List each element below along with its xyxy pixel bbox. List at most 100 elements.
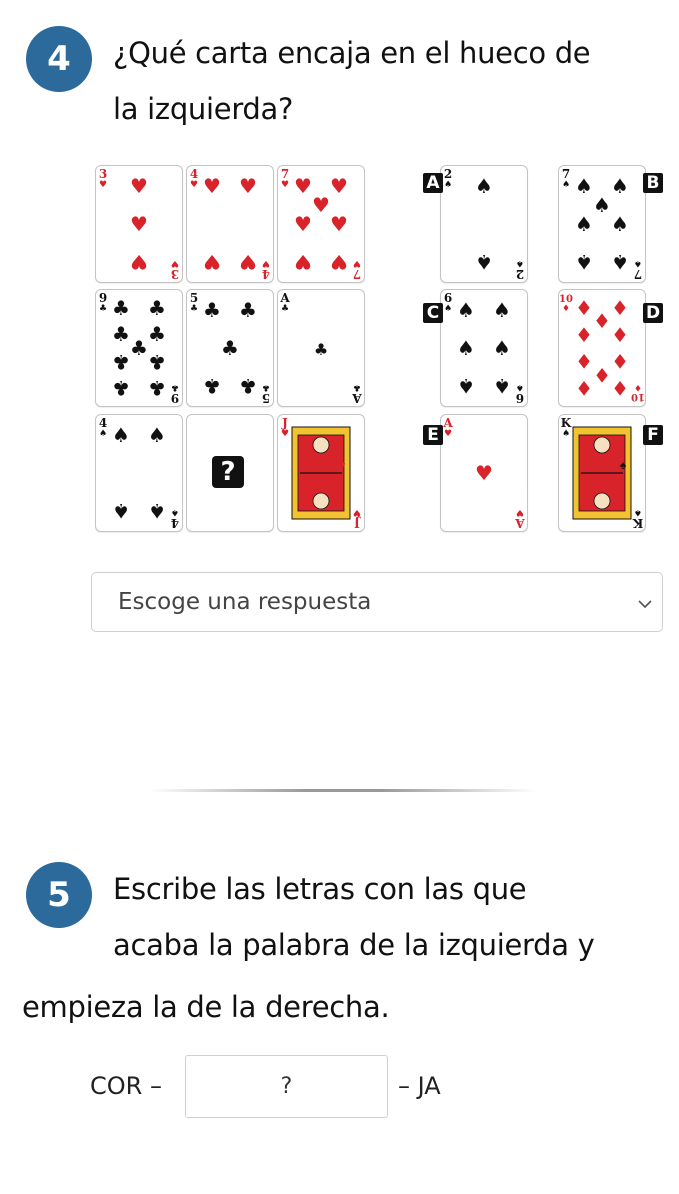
grid-card-2-rank-label: 4 <box>190 167 198 181</box>
option-card-c-face: 6♠6♠♠ ♠♠ ♠♠ ♠ <box>444 291 524 405</box>
grid-card-7-spades-pip-icon: ♠ <box>112 499 130 523</box>
grid-card-5: 5 ♣ 5 ♣ ♣ ♣ ♣ ♣ ♣ <box>186 289 274 407</box>
question-number: 4 <box>47 39 71 79</box>
grid-card-2: 4 ♥ 4 ♥ ♥ ♥ ♥ ♥ <box>186 165 274 283</box>
option-card-d-diamonds-pip-icon: ♦ <box>593 309 611 333</box>
grid-card-9: J ♥ J ♥ ♥ <box>277 414 365 532</box>
option-card-c-spades-icon: ♠ <box>516 382 524 392</box>
option-card-d-diamonds-pip-icon: ♦ <box>575 376 593 400</box>
grid-card-4-clubs-icon: ♣ <box>99 304 107 314</box>
grid-card-1-hearts-pip-icon: ♥ <box>130 250 148 274</box>
option-label-a: A <box>423 173 443 193</box>
option-card-b-rank-label: 7 <box>634 267 642 281</box>
grid-card-3-hearts-pip-icon: ♥ <box>312 193 330 217</box>
grid-card-2-corner-index: 4♥ <box>190 167 198 190</box>
option-card-b-spades-pip-icon: ♠ <box>611 212 629 236</box>
grid-card-4-clubs-pip-icon: ♣ <box>148 350 166 374</box>
option-card-c-spades-pip-icon: ♠ <box>457 336 475 360</box>
grid-card-1: 3 ♥ 3 ♥ ♥ ♥ ♥ <box>95 165 183 283</box>
option-card-d[interactable]: 10 ♦ 10 ♦ ♦ ♦ ♦ ♦ ♦ ♦ ♦ ♦ ♦ ♦ <box>558 289 646 407</box>
option-card-d-diamonds-pip-icon: ♦ <box>575 323 593 347</box>
grid-card-3-hearts-icon: ♥ <box>281 180 289 190</box>
option-label-b: B <box>643 173 663 193</box>
option-card-c-spades-pip-icon: ♠ <box>493 336 511 360</box>
grid-card-9-hearts-icon: ♥ <box>281 429 289 439</box>
grid-card-4-clubs-pip-icon: ♣ <box>148 376 166 400</box>
grid-card-1-rank-label: 3 <box>99 167 107 181</box>
grid-card-4-clubs-pip-icon: ♣ <box>130 336 148 360</box>
option-card-a-rank-label: 2 <box>516 267 524 281</box>
option-card-b-spades-icon: ♠ <box>562 180 570 190</box>
answer-select[interactable]: Escoge una respuesta <box>91 572 663 632</box>
grid-card-1-face: 3♥3♥♥♥♥ <box>99 167 179 281</box>
grid-card-3-corner-index: 7♥ <box>353 258 361 281</box>
grid-card-5-corner-index: 5♣ <box>190 291 198 314</box>
grid-card-9-rank-label: J <box>354 516 361 530</box>
option-card-b-spades-pip-icon: ♠ <box>575 212 593 236</box>
grid-card-1-corner-index: 3♥ <box>99 167 107 190</box>
grid-card-2-face: 4♥4♥♥ ♥♥ ♥ <box>190 167 270 281</box>
grid-card-7-spades-icon: ♠ <box>171 507 179 517</box>
option-card-b-corner-index: 7♠ <box>562 167 570 190</box>
option-card-f-face: K♠K♠♠ <box>561 416 643 530</box>
grid-card-9-face: J♥J♥♥ <box>281 416 361 530</box>
grid-card-1-hearts-pip-icon: ♥ <box>130 212 148 236</box>
grid-card-missing: ? <box>186 414 274 532</box>
grid-card-5-clubs-pip-icon: ♣ <box>203 374 221 398</box>
grid-card-2-hearts-pip-icon: ♥ <box>203 250 221 274</box>
grid-card-1-hearts-icon: ♥ <box>171 258 179 268</box>
grid-card-3-hearts-pip-icon: ♥ <box>330 174 348 198</box>
grid-card-3-hearts-pip-icon: ♥ <box>294 250 312 274</box>
grid-card-6-clubs-pip-icon: ♣ <box>314 340 328 359</box>
grid-card-2-hearts-pip-icon: ♥ <box>239 250 257 274</box>
question-line-2: la izquierda? <box>113 92 294 126</box>
option-card-d-diamonds-icon: ♦ <box>562 304 570 314</box>
option-card-a-face: 2♠2♠♠♠ <box>444 167 524 281</box>
chevron-down-icon <box>636 593 654 619</box>
option-card-c-corner-index: 6♠ <box>516 382 524 405</box>
option-card-a[interactable]: 2 ♠ 2 ♠ ♠ ♠ <box>440 165 528 283</box>
grid-card-5-clubs-icon: ♣ <box>262 382 270 392</box>
option-card-f-spades-icon: ♠ <box>620 458 627 472</box>
option-card-a-rank-label: 2 <box>444 167 452 181</box>
option-card-b[interactable]: 7 ♠ 7 ♠ ♠ ♠ ♠ ♠ ♠ ♠ ♠ <box>558 165 646 283</box>
grid-card-9-corner-index: J♥ <box>281 416 289 439</box>
grid-card-7: 4 ♠ 4 ♠ ♠ ♠ ♠ ♠ <box>95 414 183 532</box>
grid-card-2-rank-label: 4 <box>262 267 270 281</box>
option-card-a-spades-icon: ♠ <box>516 258 524 268</box>
question-5-line-2: acaba la palabra de la izquierda y <box>113 928 595 962</box>
option-card-f-spades-icon: ♠ <box>562 429 570 439</box>
option-card-e[interactable]: A ♥ A ♥ ♥ <box>440 414 528 532</box>
grid-card-2-corner-index: 4♥ <box>262 258 270 281</box>
grid-card-9-hearts-icon: ♥ <box>353 507 361 517</box>
option-card-b-rank-label: 7 <box>562 167 570 181</box>
option-card-f[interactable]: K ♠ K ♠ ♠ <box>558 414 646 532</box>
grid-card-6-face: A♣A♣♣ <box>279 291 363 405</box>
grid-card-6-rank-label: A <box>352 391 363 405</box>
grid-card-7-corner-index: 4♠ <box>171 507 179 530</box>
letters-input[interactable]: ? <box>185 1055 388 1118</box>
option-card-f-head-mirror <box>593 492 611 510</box>
question-line-1: ¿Qué carta encaja en el hueco de <box>113 36 591 70</box>
option-label-d: D <box>643 303 663 323</box>
grid-card-5-rank-label: 5 <box>262 391 270 405</box>
grid-card-7-spades-pip-icon: ♠ <box>112 423 130 447</box>
option-card-d-diamonds-pip-icon: ♦ <box>611 376 629 400</box>
grid-card-7-rank-label: 4 <box>171 516 179 530</box>
grid-card-4-clubs-pip-icon: ♣ <box>112 350 130 374</box>
option-card-a-corner-index: 2♠ <box>516 258 524 281</box>
grid-card-5-clubs-icon: ♣ <box>190 304 198 314</box>
question-number-badge-5: 5 <box>26 862 92 928</box>
option-card-b-spades-pip-icon: ♠ <box>575 174 593 198</box>
option-card-b-spades-pip-icon: ♠ <box>593 193 611 217</box>
grid-card-5-clubs-pip-icon: ♣ <box>221 336 239 360</box>
grid-card-4-clubs-pip-icon: ♣ <box>112 322 130 346</box>
grid-card-3-hearts-pip-icon: ♥ <box>330 212 348 236</box>
option-card-c-spades-pip-icon: ♠ <box>493 374 511 398</box>
option-card-c-spades-pip-icon: ♠ <box>457 298 475 322</box>
option-card-d-diamonds-pip-icon: ♦ <box>593 363 611 387</box>
grid-card-6-corner-index: A♣ <box>352 382 363 405</box>
left-word: COR – <box>90 1072 162 1100</box>
grid-card-7-spades-pip-icon: ♠ <box>148 499 166 523</box>
option-card-c[interactable]: 6 ♠ 6 ♠ ♠ ♠ ♠ ♠ ♠ ♠ <box>440 289 528 407</box>
